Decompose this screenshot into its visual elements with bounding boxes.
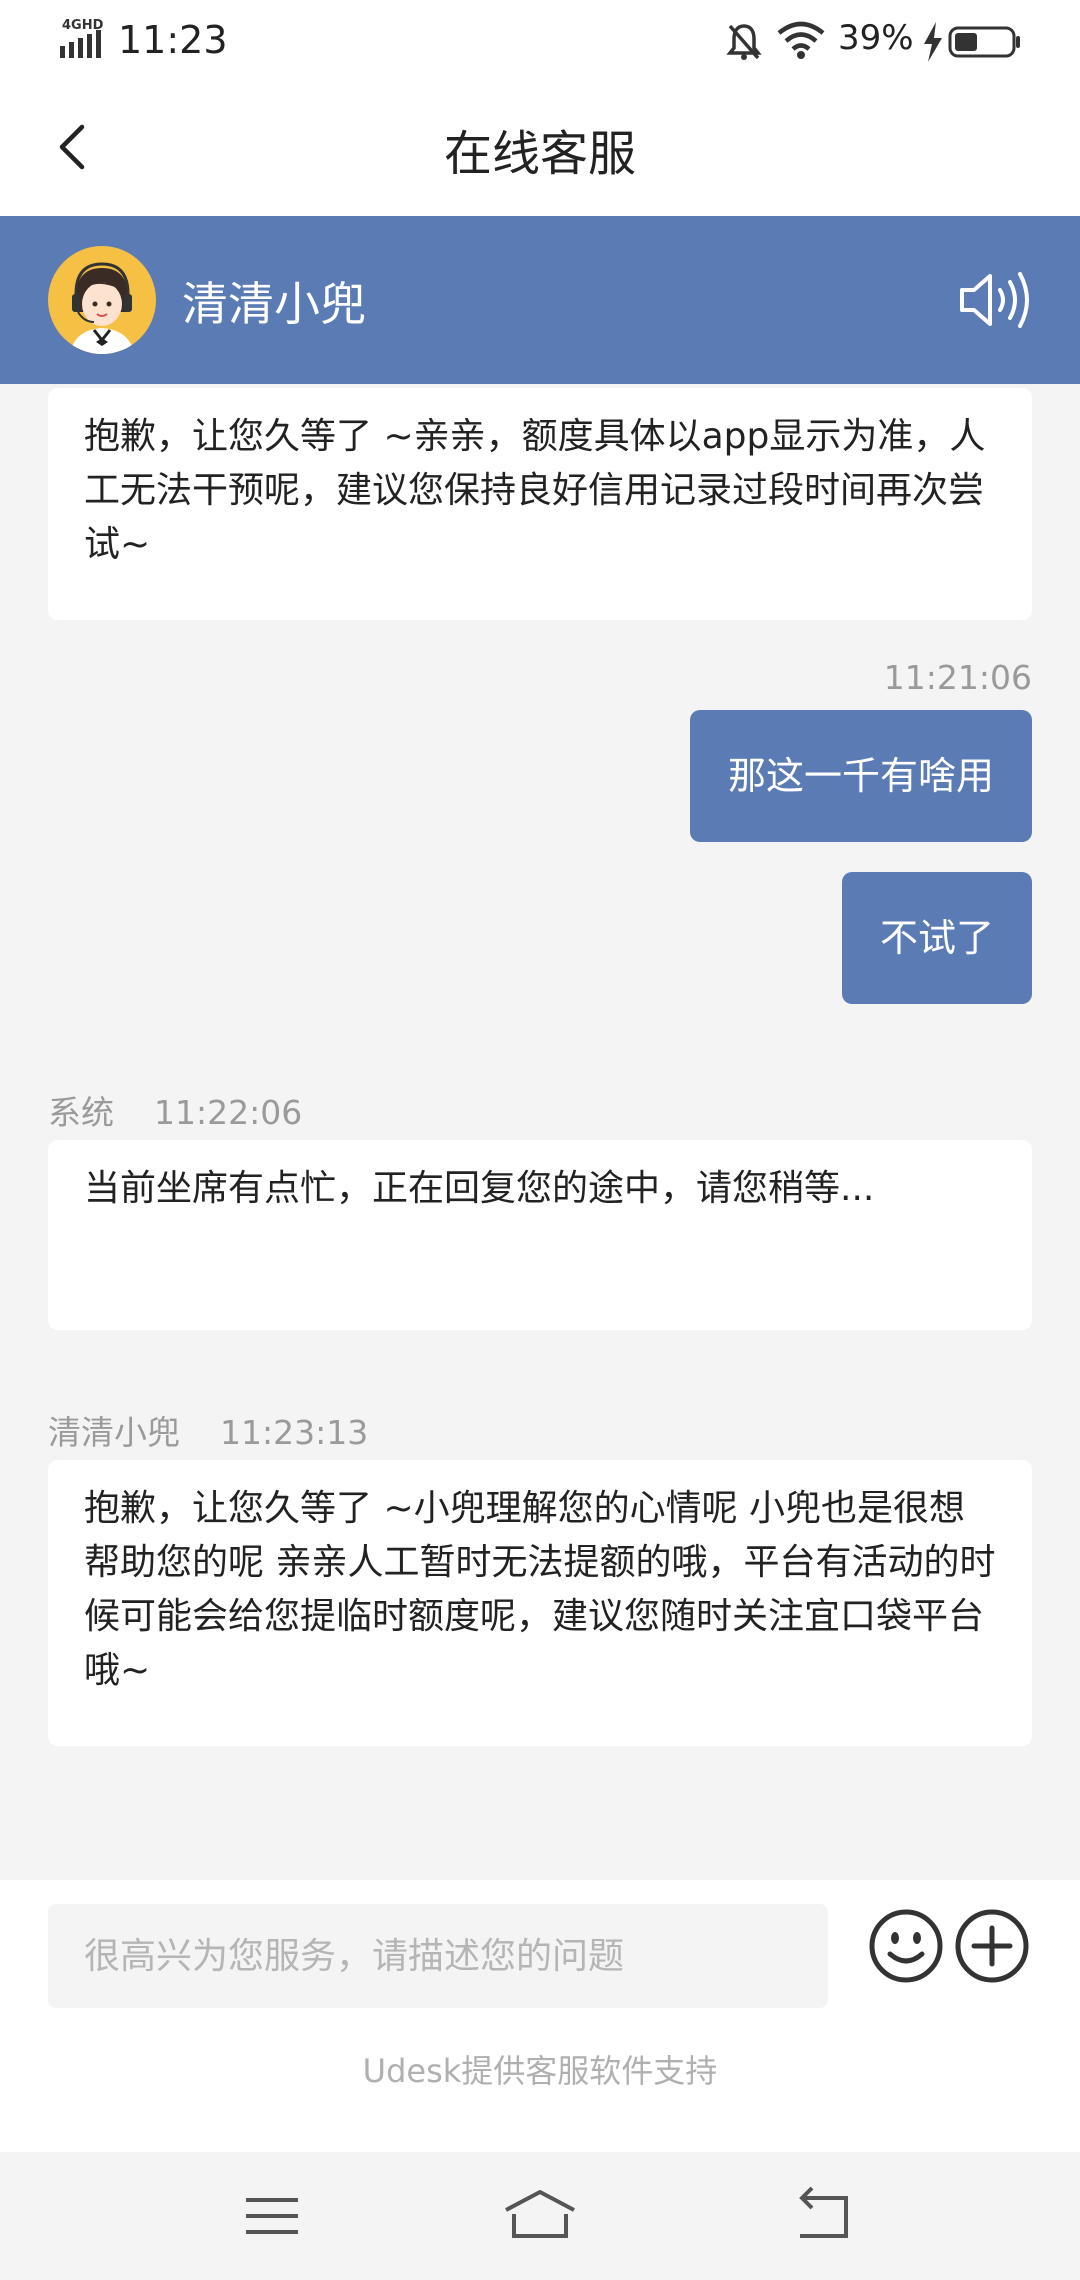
agent-name: 清清小兜 [182, 277, 366, 331]
message-sender: 系统 [48, 1093, 114, 1132]
message-timestamp: 11:21:06 [883, 658, 1032, 697]
agent-header: 清清小兜 [0, 216, 1080, 384]
wifi-icon [777, 21, 825, 59]
message-bubble-user: 不试了 [841, 872, 1032, 1004]
message-bubble-agent: 抱歉，让您久等了 ~亲亲，额度具体以app显示为准，人工无法干预呢，建议您保持良… [48, 388, 1032, 620]
message-bubble-agent: 抱歉，让您久等了 ~小兜理解您的心情呢 小兜也是很想帮助您的呢 亲亲人工暂时无法… [48, 1460, 1032, 1746]
signal-icon [60, 30, 101, 58]
status-bar: 4GHD 11:23 39% [0, 0, 1080, 84]
charging-icon [924, 22, 942, 62]
nav-bar: 在线客服 [0, 84, 1080, 216]
message-timestamp: 11:23:13 [220, 1413, 369, 1452]
message-bubble-user: 那这一千有啥用 [689, 710, 1032, 842]
message-timestamp: 11:22:06 [154, 1093, 303, 1132]
mute-bell-icon [726, 24, 762, 60]
chat-area[interactable]: 抱歉，让您久等了 ~亲亲，额度具体以app显示为准，人工无法干预呢，建议您保持良… [0, 384, 1080, 1880]
back-icon[interactable] [774, 2186, 874, 2246]
message-meta: 系统 11:22:06 [48, 1086, 302, 1134]
powered-by-text: Udesk提供客服软件支持 [362, 2052, 718, 2090]
status-time: 11:23 [118, 18, 228, 62]
agent-avatar [48, 246, 156, 354]
system-nav-bar [0, 2152, 1080, 2280]
menu-icon[interactable] [222, 2186, 322, 2246]
message-bubble-system: 当前坐席有点忙，正在回复您的途中，请您稍等... [48, 1140, 1032, 1330]
plus-circle-icon[interactable] [954, 1908, 1030, 1984]
battery-icon [948, 26, 1020, 58]
speaker-icon[interactable] [956, 268, 1032, 332]
message-input[interactable] [48, 1904, 828, 2008]
input-area: Udesk提供客服软件支持 [0, 1880, 1080, 2152]
emoji-icon[interactable] [868, 1908, 944, 1984]
agent-avatar-icon [70, 262, 134, 354]
home-icon[interactable] [490, 2186, 590, 2246]
message-meta: 清清小兜 11:23:13 [48, 1406, 368, 1454]
battery-percent: 39% [838, 18, 914, 58]
page-title: 在线客服 [443, 126, 636, 182]
message-sender: 清清小兜 [48, 1413, 180, 1452]
